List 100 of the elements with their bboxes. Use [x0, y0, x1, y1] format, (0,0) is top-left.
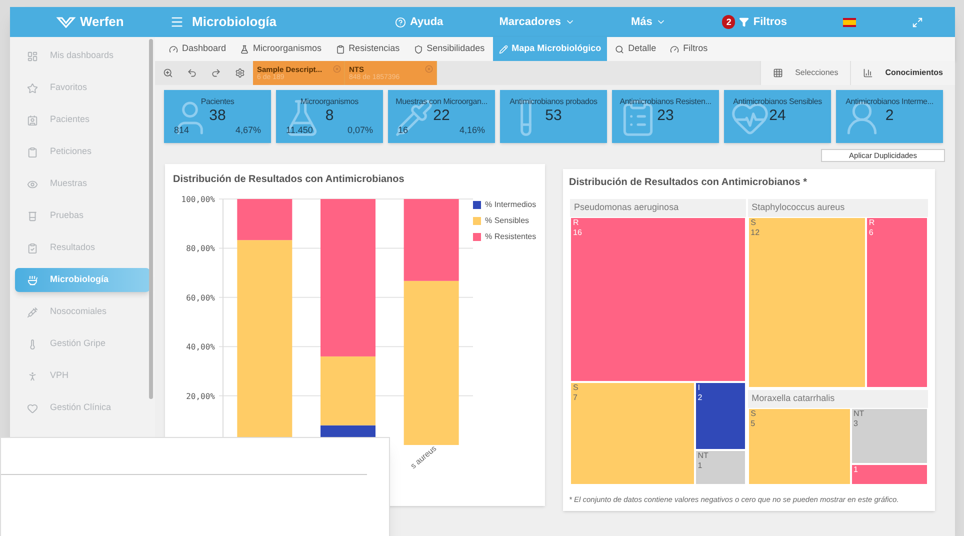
sidebar-item[interactable]: Muestras	[15, 172, 150, 196]
expand-icon[interactable]	[912, 16, 923, 28]
pencil-icon	[498, 44, 508, 54]
kpi-title: Antimicrobianos Interme...	[846, 96, 934, 108]
settings-icon[interactable]	[235, 68, 245, 78]
shield-icon	[414, 44, 423, 54]
kpi-title: Muestras con Microorgan...	[396, 96, 488, 108]
tab[interactable]: Dashboard	[163, 37, 232, 61]
kpi-title: Antimicrobianos Resisten...	[620, 96, 712, 108]
clipboard-icon	[27, 146, 38, 158]
syringe-icon	[27, 306, 38, 318]
sidebar-item[interactable]: Mis dashboards	[15, 44, 150, 68]
kpi-value: 8	[325, 108, 334, 124]
bowl-icon	[27, 274, 38, 286]
tab[interactable]: Filtros	[664, 37, 714, 61]
logo-icon	[56, 16, 76, 28]
brand-name: Werfen	[80, 13, 124, 32]
kpi-title: Pacientes	[200, 96, 234, 108]
back-icon[interactable]	[187, 68, 197, 78]
count-badge: 2	[722, 15, 736, 29]
treemap-cell: R 6	[866, 216, 928, 388]
legend-label: % Intermedios	[485, 199, 536, 211]
kpi-value: 38	[209, 108, 226, 124]
legend-swatch	[473, 217, 481, 225]
heart-icon	[27, 402, 38, 414]
menu-dropdown[interactable]: Marcadores	[499, 14, 575, 30]
sidebar-item[interactable]: Favoritos	[15, 76, 150, 100]
figure-icon	[27, 370, 38, 382]
gauge-icon	[670, 44, 680, 54]
sidebar-item[interactable]: Nosocomiales	[15, 300, 150, 324]
treemap-cell: NT 3	[850, 408, 928, 464]
treemap-cell: 1	[850, 464, 928, 485]
help-link[interactable]: Ayuda	[394, 14, 444, 30]
treemap-cell: NT 1	[694, 450, 746, 485]
menu-icon[interactable]	[170, 15, 184, 29]
clipboard-icon	[336, 44, 345, 54]
treemap-cell: I 2	[694, 382, 746, 450]
axis-tick-label: 60,00%	[186, 293, 215, 302]
tab[interactable]: Sensibilidades	[408, 37, 491, 61]
filter-icon	[739, 17, 750, 27]
dashboard-icon	[27, 50, 38, 62]
treemap-cell: S 5	[748, 408, 850, 485]
grid-icon	[773, 68, 784, 78]
kpi-value: 24	[769, 108, 786, 124]
treemap-group-header: Staphylococcus aureus	[748, 199, 928, 216]
person-icon	[27, 114, 38, 126]
flask-icon	[27, 210, 38, 222]
search-icon	[615, 44, 624, 54]
axis-tick-label: 100,00%	[181, 195, 215, 204]
gauge-icon	[169, 44, 178, 54]
kpi-value: 22	[433, 108, 450, 124]
help-icon	[394, 16, 406, 28]
forward-icon[interactable]	[211, 68, 221, 78]
sidebar-item[interactable]: Pruebas	[15, 204, 150, 228]
sidebar-item[interactable]: Resultados	[15, 236, 150, 260]
tab[interactable]: Detalle	[609, 37, 662, 61]
kpi-percent: 4,67%	[235, 124, 261, 137]
tab[interactable]: Microorganismos	[234, 37, 328, 61]
flag-icon[interactable]	[843, 18, 856, 26]
menu-dropdown[interactable]: Más	[630, 14, 666, 30]
treemap-cell: R 16	[570, 216, 746, 382]
treemap-group-header: Moraxella catarrhalis	[748, 390, 928, 408]
zoom-icon[interactable]	[163, 68, 173, 78]
chart-title: Distribución de Resultados con Antimicrobianos	[173, 173, 406, 187]
sidebar-item[interactable]: VPH	[15, 364, 150, 388]
sidebar-item[interactable]: Microbiología	[15, 268, 150, 292]
chart-icon	[863, 68, 874, 78]
legend-swatch	[473, 201, 481, 209]
kpi-total: 11.450	[286, 124, 313, 137]
axis-tick-label: 20,00%	[186, 392, 215, 401]
star-icon	[27, 82, 38, 94]
legend-swatch	[473, 233, 481, 241]
sidebar-item[interactable]: Gestión Gripe	[15, 332, 150, 356]
legend-label: % Resistentes	[485, 231, 536, 243]
tab[interactable]: Resistencias	[330, 37, 406, 61]
kpi-total: 16	[398, 124, 408, 137]
kpi-total: 814	[174, 124, 190, 137]
kpi-title: Antimicrobianos Sensibles	[733, 96, 822, 108]
treemap-cell: S 12	[748, 216, 866, 388]
treemap-cell: S 7	[570, 382, 695, 485]
kpi-percent: 0,07%	[347, 124, 373, 137]
legend-label: % Sensibles	[485, 215, 530, 227]
kpi-percent: 4,16%	[459, 124, 485, 137]
sidebar-item[interactable]: Gestión Clínica	[15, 396, 150, 420]
kpi-title: Microorganismos	[300, 96, 358, 108]
toolbar-button[interactable]: Selecciones	[760, 61, 850, 85]
axis-tick-label: 40,00%	[186, 342, 215, 352]
axis-tick-label: 80,00%	[186, 244, 215, 254]
kpi-title: Antimicrobianos probados	[510, 96, 598, 108]
clipboard-icon	[27, 242, 38, 254]
chart-title: Distribución de Resultados con Antimicrobianos *	[569, 176, 808, 190]
kpi-value: 2	[885, 108, 894, 124]
flask-icon	[240, 44, 250, 54]
sidebar-item[interactable]: Peticiones	[15, 140, 150, 164]
filters-link[interactable]: 2 Filtros	[722, 14, 787, 30]
sidebar-item[interactable]: Pacientes	[15, 108, 150, 132]
kpi-value: 23	[657, 108, 674, 124]
tab[interactable]: Mapa Microbiológico	[492, 37, 608, 61]
toolbar-button[interactable]: Conocimientos	[850, 61, 955, 85]
treemap-group-header: Pseudomonas aeruginosa	[570, 199, 746, 216]
